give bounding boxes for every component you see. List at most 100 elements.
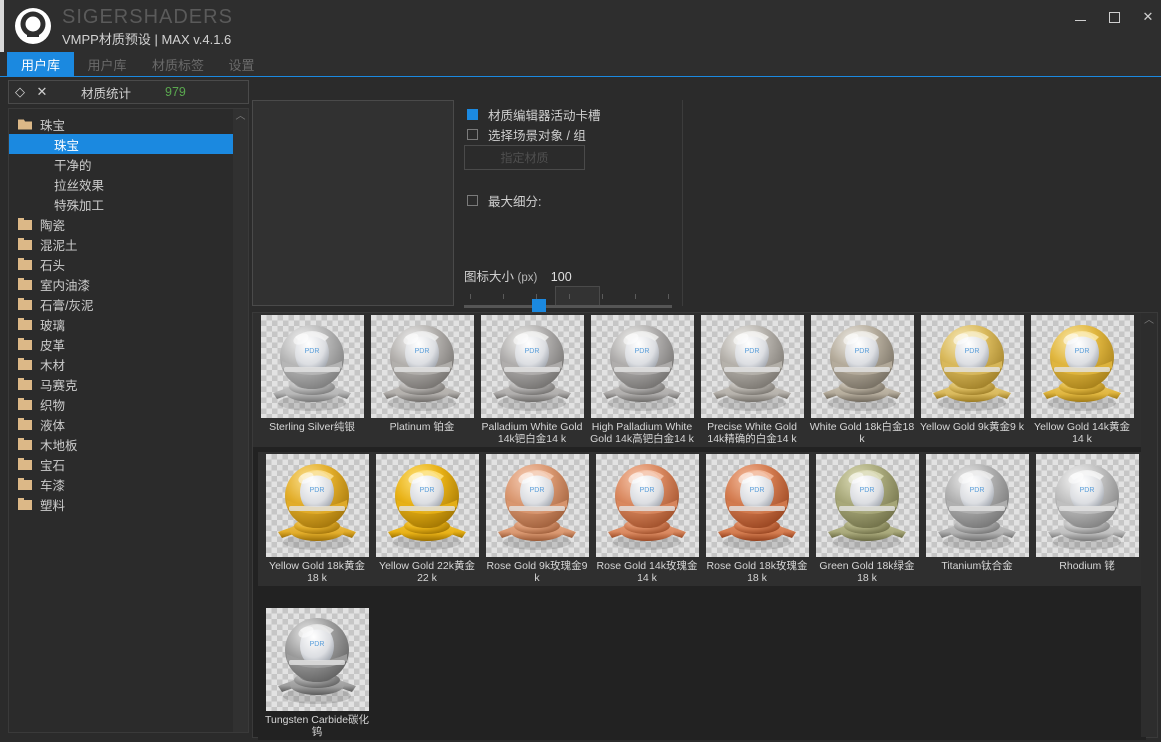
svg-text:PDR: PDR xyxy=(414,348,429,355)
clear-filter-icon[interactable]: ✕ xyxy=(31,84,53,100)
material-thumbnail[interactable]: PDR xyxy=(1035,454,1139,557)
folder-icon xyxy=(18,317,32,330)
checkbox-editor-slot-icon[interactable] xyxy=(467,109,478,120)
option-max-subdiv[interactable]: 最大细分: xyxy=(467,191,541,210)
tree-item-label: 织物 xyxy=(40,398,66,413)
material-thumbnail[interactable]: PDR xyxy=(920,315,1024,418)
material-thumbnail[interactable]: PDR xyxy=(370,315,474,418)
tree-item[interactable]: 马赛克 xyxy=(9,374,233,394)
material-item[interactable]: PDR Yellow Gold 18k黄金18 k xyxy=(262,454,372,585)
material-stats-count: 979 xyxy=(165,85,186,99)
tree-item[interactable]: 特殊加工 xyxy=(9,194,233,214)
tree-item[interactable]: 石头 xyxy=(9,254,233,274)
maximize-button[interactable] xyxy=(1096,4,1132,30)
icon-size-slider-track[interactable] xyxy=(464,299,672,314)
category-tree-items: 珠宝 珠宝干净的拉丝效果 特殊加工 陶瓷 混泥土 石头 室内油漆 石膏/灰泥 玻璃 皮革 木材 马赛克… xyxy=(9,114,233,514)
material-item[interactable]: PDR Green Gold 18k绿金18 k xyxy=(812,454,922,585)
tree-item[interactable]: 陶瓷 xyxy=(9,214,233,234)
tree-item-label: 塑料 xyxy=(40,498,66,513)
minimize-button[interactable] xyxy=(1062,4,1098,30)
material-sphere-icon: PDR xyxy=(937,464,1016,550)
option-editor-slot[interactable]: 材质编辑器活动卡槽 xyxy=(467,105,601,124)
tree-item[interactable]: 拉丝效果 xyxy=(9,174,233,194)
material-thumbnail[interactable]: PDR xyxy=(265,454,369,557)
tree-item[interactable]: 织物 xyxy=(9,394,233,414)
material-item[interactable]: PDR Platinum 铂金 xyxy=(367,315,477,446)
svg-text:PDR: PDR xyxy=(529,487,544,494)
material-grid-scrollbar[interactable]: ︿ xyxy=(1141,313,1157,737)
scroll-up-icon[interactable]: ︿ xyxy=(233,112,248,122)
tree-item[interactable]: 珠宝 xyxy=(9,114,233,134)
folder-icon xyxy=(18,257,32,270)
tree-item[interactable]: 皮革 xyxy=(9,334,233,354)
material-thumbnail[interactable]: PDR xyxy=(260,315,364,418)
material-thumbnail[interactable]: PDR xyxy=(375,454,479,557)
material-item[interactable]: PDR Rhodium 铑 xyxy=(1032,454,1142,585)
material-thumbnail[interactable]: PDR xyxy=(265,608,369,711)
svg-text:PDR: PDR xyxy=(969,487,984,494)
category-tree: 珠宝 珠宝干净的拉丝效果 特殊加工 陶瓷 混泥土 石头 室内油漆 石膏/灰泥 玻璃 皮革 木材 马赛克… xyxy=(8,108,249,733)
scroll-up-icon[interactable]: ︿ xyxy=(1141,316,1157,326)
expand-all-icon[interactable]: ◇ xyxy=(9,84,31,100)
tree-item[interactable]: 木地板 xyxy=(9,434,233,454)
material-thumbnail[interactable]: PDR xyxy=(810,315,914,418)
tree-item[interactable]: 液体 xyxy=(9,414,233,434)
material-thumbnail[interactable]: PDR xyxy=(700,315,804,418)
material-item[interactable]: PDR Rose Gold 18k玫瑰金18 k xyxy=(702,454,812,585)
material-thumbnail[interactable]: PDR xyxy=(590,315,694,418)
tree-item[interactable]: 珠宝 xyxy=(9,134,233,154)
material-sphere-icon: PDR xyxy=(712,325,791,411)
tree-item[interactable]: 混泥土 xyxy=(9,234,233,254)
tree-item-label: 拉丝效果 xyxy=(54,178,105,193)
material-thumbnail[interactable]: PDR xyxy=(815,454,919,557)
application-window: SIGERSHADERS VMPP材质预设 | MAX v.4.1.6 ✕ 用户… xyxy=(0,0,1161,742)
checkbox-max-subdiv-icon[interactable] xyxy=(467,195,478,206)
material-label: Rose Gold 18k玫瑰金18 k xyxy=(706,560,808,584)
assign-material-button[interactable]: 指定材质 xyxy=(464,145,585,170)
folder-icon xyxy=(18,377,32,390)
tree-item[interactable]: 室内油漆 xyxy=(9,274,233,294)
tree-item[interactable]: 玻璃 xyxy=(9,314,233,334)
tree-item-label: 干净的 xyxy=(54,158,92,173)
tab-0[interactable]: 用户库 xyxy=(7,52,74,77)
tab-2[interactable]: 材质标签 xyxy=(141,52,215,77)
material-item[interactable]: PDR Yellow Gold 9k黄金9 k xyxy=(917,315,1027,446)
material-item[interactable]: PDR Rose Gold 9k玫瑰金9 k xyxy=(482,454,592,585)
material-item[interactable]: PDR Titanium钛合金 xyxy=(922,454,1032,585)
tree-item[interactable]: 塑料 xyxy=(9,494,233,514)
checkbox-scene-object-icon[interactable] xyxy=(467,129,478,140)
option-scene-object[interactable]: 选择场景对象 / 组 xyxy=(467,125,586,144)
material-stats-bar: ◇ ✕ 材质统计 979 xyxy=(8,80,249,104)
close-button[interactable]: ✕ xyxy=(1130,4,1161,30)
material-item[interactable]: PDR Yellow Gold 14k黄金14 k xyxy=(1027,315,1137,446)
tree-item[interactable]: 干净的 xyxy=(9,154,233,174)
material-thumbnail[interactable]: PDR xyxy=(1030,315,1134,418)
material-item[interactable]: PDR Yellow Gold 22k黄金22 k xyxy=(372,454,482,585)
svg-text:PDR: PDR xyxy=(304,348,319,355)
tree-item-label: 车漆 xyxy=(40,478,66,493)
material-thumbnail[interactable]: PDR xyxy=(485,454,589,557)
tab-3[interactable]: 设置 xyxy=(219,52,264,77)
tab-underline xyxy=(0,76,1161,77)
material-thumbnail[interactable]: PDR xyxy=(480,315,584,418)
material-thumbnail[interactable]: PDR xyxy=(595,454,699,557)
material-item[interactable]: PDR White Gold 18k白金18 k xyxy=(807,315,917,446)
svg-text:PDR: PDR xyxy=(419,487,434,494)
material-thumbnail[interactable]: PDR xyxy=(925,454,1029,557)
material-item[interactable]: PDR Tungsten Carbide碳化钨 xyxy=(262,608,372,739)
category-tree-scrollbar[interactable]: ︿ xyxy=(233,109,248,732)
material-item[interactable]: PDR High Palladium White Gold 14k高钯白金14 … xyxy=(587,315,697,446)
material-item[interactable]: PDR Rose Gold 14k玫瑰金14 k xyxy=(592,454,702,585)
material-thumbnail[interactable]: PDR xyxy=(705,454,809,557)
folder-icon xyxy=(18,297,32,310)
tree-item[interactable]: 石膏/灰泥 xyxy=(9,294,233,314)
tab-1[interactable]: 用户库 xyxy=(78,52,136,77)
folder-icon xyxy=(18,237,32,250)
tree-item[interactable]: 车漆 xyxy=(9,474,233,494)
folder-icon xyxy=(18,277,32,290)
tree-item[interactable]: 宝石 xyxy=(9,454,233,474)
material-item[interactable]: PDR Precise White Gold 14k精确的白金14 k xyxy=(697,315,807,446)
material-item[interactable]: PDR Palladium White Gold 14k钯白金14 k xyxy=(477,315,587,446)
material-item[interactable]: PDR Sterling Silver纯银 xyxy=(257,315,367,446)
tree-item[interactable]: 木材 xyxy=(9,354,233,374)
